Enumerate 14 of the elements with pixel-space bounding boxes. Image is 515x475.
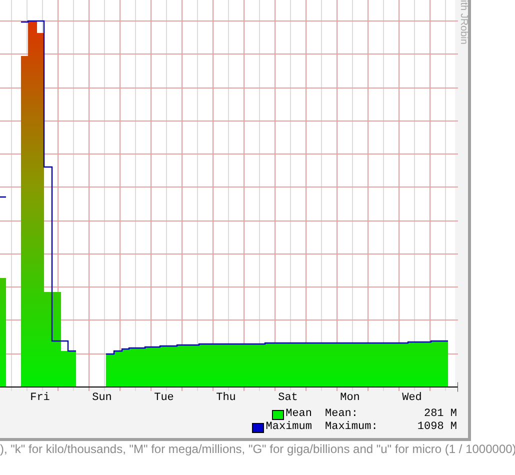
axis-label: Sat xyxy=(278,392,298,404)
legend-name: Maximum xyxy=(266,421,312,434)
axis-label: Wed xyxy=(402,392,422,404)
legend-name: Mean xyxy=(286,408,312,421)
legend-label: Mean: xyxy=(325,408,360,421)
axis-label: Mon xyxy=(340,392,360,404)
legend-value: 281 M xyxy=(422,408,457,421)
legend-value: 1098 M xyxy=(416,421,457,434)
credit-text: ith JRobin xyxy=(458,0,468,46)
axis-label: Thu xyxy=(216,392,236,404)
axis-label: Sun xyxy=(92,392,112,404)
legend-label: Maximum: xyxy=(325,421,379,434)
axis-label: Fri xyxy=(30,392,50,404)
axis-label: Tue xyxy=(154,392,174,404)
